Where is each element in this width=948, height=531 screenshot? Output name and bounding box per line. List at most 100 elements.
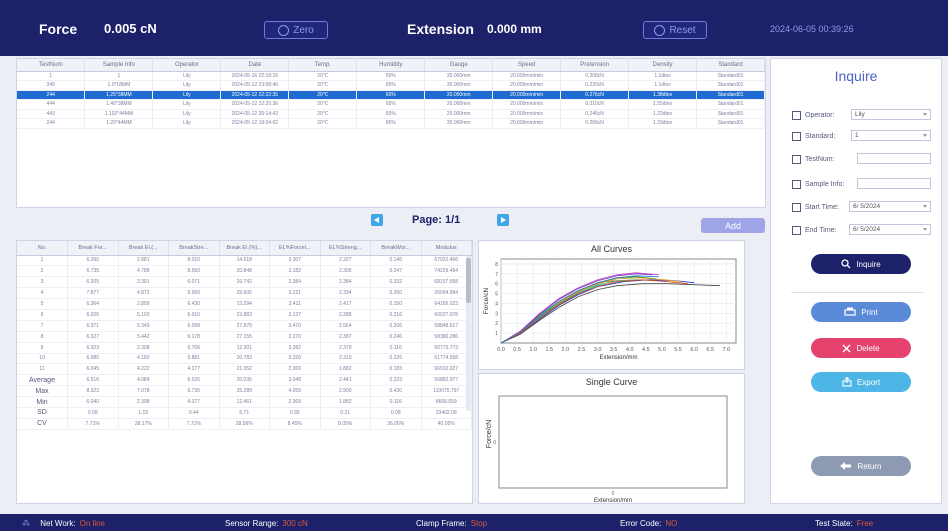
results-scroll-thumb[interactable]	[466, 258, 471, 303]
table-cell: 0.116	[370, 342, 422, 354]
table-cell: 2024-05-12 23:08:46	[220, 80, 290, 91]
sample-info-row: Sample Info:	[792, 178, 844, 190]
column-header[interactable]: Pretension	[560, 59, 630, 72]
standard-select[interactable]: 1	[851, 130, 931, 141]
operator-checkbox[interactable]	[792, 110, 801, 120]
table-cell: 5.960	[168, 287, 220, 300]
end-time-checkbox[interactable]	[792, 225, 801, 235]
stats-cell: 6.040	[67, 396, 119, 408]
stats-cell: 0.08	[370, 407, 422, 419]
add-button[interactable]: Add	[701, 218, 765, 233]
stats-label: Min	[17, 396, 68, 408]
operator-select[interactable]: Lily	[851, 109, 931, 120]
table-row[interactable]: 8 6.327 5.442 6.178 27.155 2.270 2.387 0.246 583…	[17, 331, 472, 343]
column-header[interactable]: EL%Streng...	[320, 241, 371, 256]
end-time-value: 6/ 5/2024	[853, 226, 881, 233]
zero-label: Zero	[293, 24, 314, 36]
table-cell: Lily	[152, 71, 222, 81]
table-row[interactable]: 444 1.40*38MM Lily 2024-05-12 22:20:36 20℃ 65…	[17, 99, 765, 110]
column-header[interactable]: Break El.(...	[118, 241, 169, 256]
x-tick-label: 5.5	[674, 347, 682, 353]
column-header[interactable]: Temp.	[288, 59, 358, 72]
column-header[interactable]: Density	[628, 59, 698, 72]
table-row[interactable]: 443 1.102*44MM Lily 2024-05-12 20:14:43 20℃ 6…	[17, 109, 765, 119]
standard-checkbox[interactable]	[792, 131, 801, 141]
prev-page-button[interactable]	[371, 214, 383, 226]
stats-cell: 8668.059	[421, 396, 472, 408]
column-header[interactable]: Date	[220, 59, 290, 72]
column-header[interactable]: Speed	[492, 59, 562, 72]
testnum-checkbox[interactable]	[792, 154, 801, 164]
x-tick-label: 4.5	[642, 347, 650, 353]
column-header[interactable]: Sample Info	[84, 59, 154, 72]
column-header[interactable]: Break For...	[67, 241, 119, 256]
table-cell: 6.016	[168, 309, 220, 321]
column-header[interactable]: Standard	[696, 59, 765, 72]
table-row[interactable]: 244 1.20*44MM Lily 2024-05-12 19:04:02 20℃ 65…	[17, 118, 765, 129]
chevron-down-icon	[923, 134, 927, 137]
table-cell: 2.270	[269, 331, 321, 343]
reset-button[interactable]: Reset	[643, 21, 707, 39]
single-plot-frame	[498, 395, 728, 489]
table-cell: 2.809	[118, 298, 169, 310]
stats-cell: 7.71%	[168, 418, 220, 430]
sample-info-input[interactable]	[857, 178, 931, 189]
column-header[interactable]: BreakWor...	[370, 241, 422, 256]
table-row[interactable]: 1 6.390 2.881 8.016 14.618 3.307 2.327 0.146 670…	[17, 255, 472, 267]
column-header[interactable]: Gauge	[424, 59, 494, 72]
clamp-label: Clamp Frame:	[416, 519, 467, 528]
column-header[interactable]: Modulus	[421, 241, 472, 256]
table-cell: 20.000mm/min	[492, 90, 562, 100]
column-header[interactable]: Break El.(%)...	[219, 241, 270, 256]
table-cell: 4.377	[168, 363, 220, 376]
table-cell: 0.246cN	[560, 109, 630, 119]
table-row[interactable]: 3 6.205 3.391 6.071 26.742 3.384 2.384 0.332 681…	[17, 276, 472, 289]
table-row[interactable]: 349 1.0*18MM Lily 2024-05-12 23:08:46 20℃ 65%…	[17, 80, 765, 91]
table-row[interactable]: 244 1.25*38MM Lily 2024-05-12 22:22:35 20℃ 65…	[17, 90, 765, 100]
next-page-button[interactable]	[497, 214, 509, 226]
table-row[interactable]: 5 6.364 2.809 6.430 13.294 3.411 2.417 0.150 641…	[17, 298, 472, 310]
zero-button[interactable]: Zero	[264, 21, 328, 39]
standard-value: 1	[855, 132, 859, 139]
test-records-grid: TestNum Sample Info Operator Date Temp. Humid…	[17, 59, 765, 129]
table-row[interactable]: 9 6.323 2.308 6.706 12.301 3.282 2.379 0.116 507…	[17, 342, 472, 354]
table-cell: 65%	[356, 90, 426, 100]
column-header[interactable]: Operator	[152, 59, 222, 72]
return-button[interactable]: Return	[811, 456, 911, 476]
table-cell: 6.327	[67, 331, 119, 343]
inquire-button[interactable]: Inquire	[811, 254, 911, 274]
table-row[interactable]: 10 6.080 4.160 5.881 20.783 3.320 2.319 0.226 61…	[17, 353, 472, 365]
table-cell: 4.788	[118, 265, 169, 278]
results-scrollbar[interactable]	[466, 256, 471, 411]
start-time-checkbox[interactable]	[792, 202, 801, 212]
stats-row: CV 7.71% 28.17% 7.71% 28.56% 8.45% 8.05% 36.06%…	[17, 418, 472, 430]
delete-button[interactable]: Delete	[811, 338, 911, 358]
stats-cell: 7.078	[118, 385, 169, 398]
stats-cell: 4.377	[168, 396, 220, 408]
table-row[interactable]: 2 6.735 4.788 8.560 20.848 3.182 2.306 0.247 742…	[17, 265, 472, 278]
print-button[interactable]: Print	[811, 302, 911, 322]
testnum-input[interactable]	[857, 153, 931, 164]
end-time-picker[interactable]: 6/ 5/2024	[849, 224, 931, 235]
export-button[interactable]: Export	[811, 372, 911, 392]
sample-info-checkbox[interactable]	[792, 179, 801, 189]
table-row[interactable]: 11 6.045 4.222 4.377 21.052 2.369 1.882 0.183 66…	[17, 363, 472, 376]
column-header[interactable]: BreakStre...	[168, 241, 220, 256]
standard-row: Standard:	[792, 130, 835, 142]
column-header[interactable]: TestNum	[17, 59, 86, 72]
extension-label: Extension	[407, 21, 474, 37]
column-header[interactable]: No.	[17, 241, 68, 256]
table-cell: 9	[17, 342, 68, 354]
x-tick-label: 7.0	[723, 347, 731, 353]
start-time-picker[interactable]: 6/ 5/2024	[849, 201, 931, 212]
stats-cell: 56882.977	[421, 374, 472, 387]
single-y-tick: 0	[493, 440, 496, 446]
column-header[interactable]: EL%Forcel...	[269, 241, 321, 256]
x-tick-label: 1.5	[545, 347, 553, 353]
table-row[interactable]: 7 6.371 5.349 6.098 27.870 3.470 2.564 0.206 588…	[17, 320, 472, 332]
table-row[interactable]: 6 6.026 5.193 6.016 23.883 3.137 2.288 0.216 600…	[17, 309, 472, 321]
table-row[interactable]: 1 1 Lily 2024-05-16 22:18:16 20℃ 65% 20.000mm 2…	[17, 71, 765, 81]
table-row[interactable]: 4 7.877 4.872 5.960 25.605 3.221 2.334 0.260 260…	[17, 287, 472, 300]
testnum-row: TestNum:	[792, 153, 835, 165]
column-header[interactable]: Humidity	[356, 59, 426, 72]
